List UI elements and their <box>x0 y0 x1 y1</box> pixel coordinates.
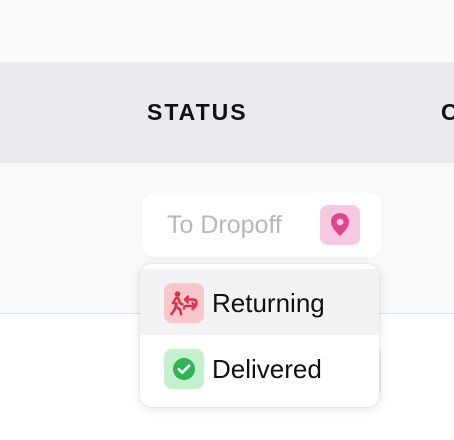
status-dropdown-menu: Returning Delivered <box>140 264 379 407</box>
column-header-status: STATUS <box>147 99 248 125</box>
dropdown-option-label: Returning <box>212 288 325 318</box>
status-select[interactable]: To Dropoff <box>142 193 382 257</box>
returning-person-icon <box>164 283 204 323</box>
top-bar <box>0 0 454 62</box>
column-header-next: C <box>441 99 454 125</box>
dropdown-option-label: Delivered <box>212 354 322 384</box>
check-circle-icon <box>164 349 204 389</box>
status-select-value: To Dropoff <box>167 211 282 239</box>
dropdown-option-delivered[interactable]: Delivered <box>140 335 379 401</box>
dropdown-option-returning[interactable]: Returning <box>140 269 379 335</box>
map-pin-icon <box>320 205 360 245</box>
table-header: STATUS C <box>0 62 454 163</box>
